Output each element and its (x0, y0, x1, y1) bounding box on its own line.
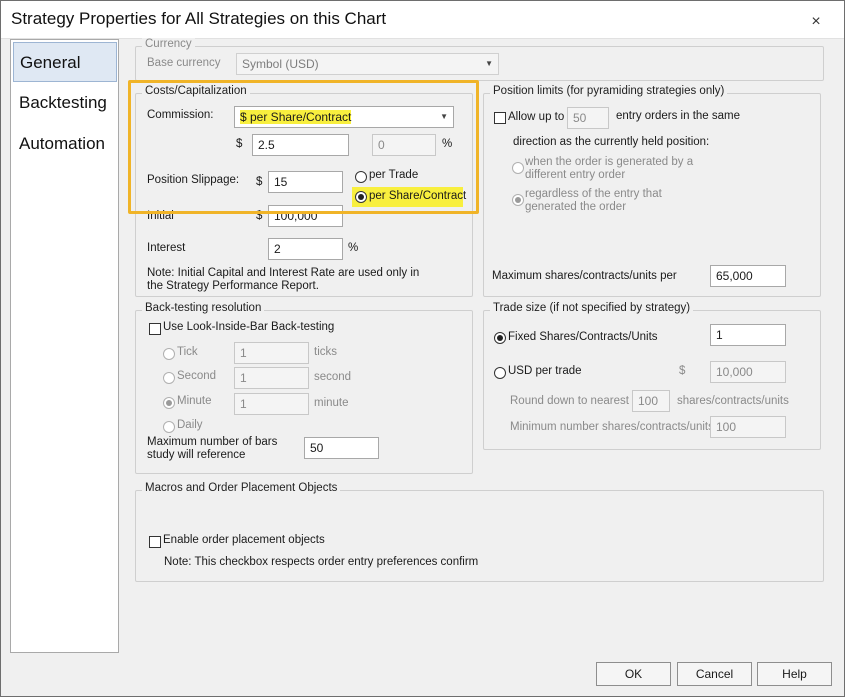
max-bars-label-line2: study will reference (147, 449, 246, 461)
round-down-input[interactable]: 100 (632, 390, 670, 412)
second-radio[interactable] (163, 372, 175, 384)
position-limits-group-title: Position limits (for pyramiding strategi… (490, 85, 728, 97)
nav-item-automation[interactable]: Automation (13, 124, 117, 164)
allow-up-to-input[interactable]: 50 (567, 107, 609, 129)
minute-input[interactable]: 1 (234, 393, 309, 415)
fixed-shares-radio[interactable] (494, 332, 506, 344)
max-shares-input[interactable]: 65,000 (710, 265, 786, 287)
slippage-dollar-symbol: $ (256, 176, 263, 188)
allow-up-to-checkbox[interactable] (494, 112, 506, 124)
per-share-label: per Share/Contract (369, 190, 467, 202)
initial-capital-input[interactable]: 100,000 (268, 205, 343, 227)
order-generated-line2: different entry order (525, 169, 626, 181)
nav-item-general[interactable]: General (13, 42, 117, 82)
look-inside-bar-label: Use Look-Inside-Bar Back-testing (163, 321, 335, 333)
macros-group-title: Macros and Order Placement Objects (142, 482, 341, 494)
cancel-button[interactable]: Cancel (677, 662, 752, 686)
fixed-shares-input[interactable]: 1 (710, 324, 786, 346)
per-share-radio[interactable] (355, 191, 367, 203)
round-down-label: Round down to nearest (510, 395, 629, 407)
minute-radio[interactable] (163, 397, 175, 409)
costs-note-line1: Note: Initial Capital and Interest Rate … (147, 267, 420, 279)
round-down-unit: shares/contracts/units (677, 395, 789, 407)
second-label: Second (177, 370, 217, 382)
enable-order-placement-label: Enable order placement objects (163, 534, 325, 546)
max-shares-label: Maximum shares/contracts/units per (492, 270, 677, 282)
ok-button[interactable]: OK (596, 662, 671, 686)
commission-dollar-symbol: $ (236, 138, 243, 150)
trade-size-group-title: Trade size (if not specified by strategy… (490, 302, 694, 314)
currency-group-title: Currency (142, 38, 195, 50)
initial-label: Initial (147, 210, 174, 222)
chevron-down-icon: ▼ (440, 112, 448, 121)
tick-radio[interactable] (163, 348, 175, 360)
direction-label: direction as the currently held position… (513, 136, 710, 148)
daily-label: Daily (177, 419, 203, 431)
slippage-input[interactable]: 15 (268, 171, 343, 193)
regardless-entry-line2: generated the order (525, 201, 627, 213)
second-input[interactable]: 1 (234, 367, 309, 389)
usd-per-trade-label: USD per trade (508, 365, 582, 377)
base-currency-value: Symbol (USD) (242, 57, 319, 71)
commission-amount-input[interactable]: 2.5 (252, 134, 349, 156)
minute-unit: minute (314, 397, 349, 409)
commission-select-value: $ per Share/Contract (240, 110, 352, 124)
macros-note: Note: This checkbox respects order entry… (164, 556, 479, 568)
regardless-entry-radio[interactable] (512, 194, 524, 206)
min-shares-input[interactable]: 100 (710, 416, 786, 438)
nav-item-backtesting[interactable]: Backtesting (13, 83, 117, 123)
min-shares-label: Minimum number shares/contracts/units: (510, 421, 718, 433)
minute-label: Minute (177, 395, 212, 407)
tick-unit: ticks (314, 346, 337, 358)
commission-select[interactable]: $ per Share/Contract ▼ (234, 106, 454, 128)
commission-percent-input[interactable]: 0 (372, 134, 436, 156)
allow-up-to-label: Allow up to (508, 111, 565, 123)
order-generated-radio[interactable] (512, 162, 524, 174)
commission-label: Commission: (147, 109, 214, 121)
order-generated-line1: when the order is generated by a (525, 156, 694, 168)
interest-percent-symbol: % (348, 242, 359, 254)
enable-order-placement-checkbox[interactable] (149, 536, 161, 548)
usd-per-trade-radio[interactable] (494, 367, 506, 379)
window-title: Strategy Properties for All Strategies o… (11, 9, 387, 28)
max-bars-input[interactable]: 50 (304, 437, 379, 459)
title-bar: Strategy Properties for All Strategies o… (1, 1, 844, 39)
strategy-properties-dialog: Strategy Properties for All Strategies o… (0, 0, 845, 697)
costs-group-title: Costs/Capitalization (142, 85, 250, 97)
base-currency-select[interactable]: Symbol (USD) ▼ (236, 53, 499, 75)
backtesting-resolution-group-title: Back-testing resolution (142, 302, 265, 314)
costs-note-line2: the Strategy Performance Report. (147, 280, 319, 292)
slippage-label: Position Slippage: (147, 174, 240, 186)
daily-radio[interactable] (163, 421, 175, 433)
usd-per-trade-input[interactable]: 10,000 (710, 361, 786, 383)
interest-label: Interest (147, 242, 186, 254)
entry-orders-label: entry orders in the same (616, 110, 741, 122)
look-inside-bar-checkbox[interactable] (149, 323, 161, 335)
initial-dollar-symbol: $ (256, 210, 263, 222)
usd-dollar-symbol: $ (679, 365, 686, 377)
per-trade-radio[interactable] (355, 171, 367, 183)
commission-percent-symbol: % (442, 138, 453, 150)
help-button[interactable]: Help (757, 662, 832, 686)
per-trade-label: per Trade (369, 169, 419, 181)
fixed-shares-label: Fixed Shares/Contracts/Units (508, 331, 658, 343)
interest-input[interactable]: 2 (268, 238, 343, 260)
tick-label: Tick (177, 346, 198, 358)
base-currency-label: Base currency (147, 57, 221, 69)
sidebar-nav: General Backtesting Automation (10, 39, 119, 653)
close-icon[interactable]: × (801, 9, 831, 35)
regardless-entry-line1: regardless of the entry that (525, 188, 662, 200)
chevron-down-icon: ▼ (485, 59, 493, 68)
second-unit: second (314, 371, 352, 383)
tick-input[interactable]: 1 (234, 342, 309, 364)
max-bars-label-line1: Maximum number of bars (147, 436, 278, 448)
